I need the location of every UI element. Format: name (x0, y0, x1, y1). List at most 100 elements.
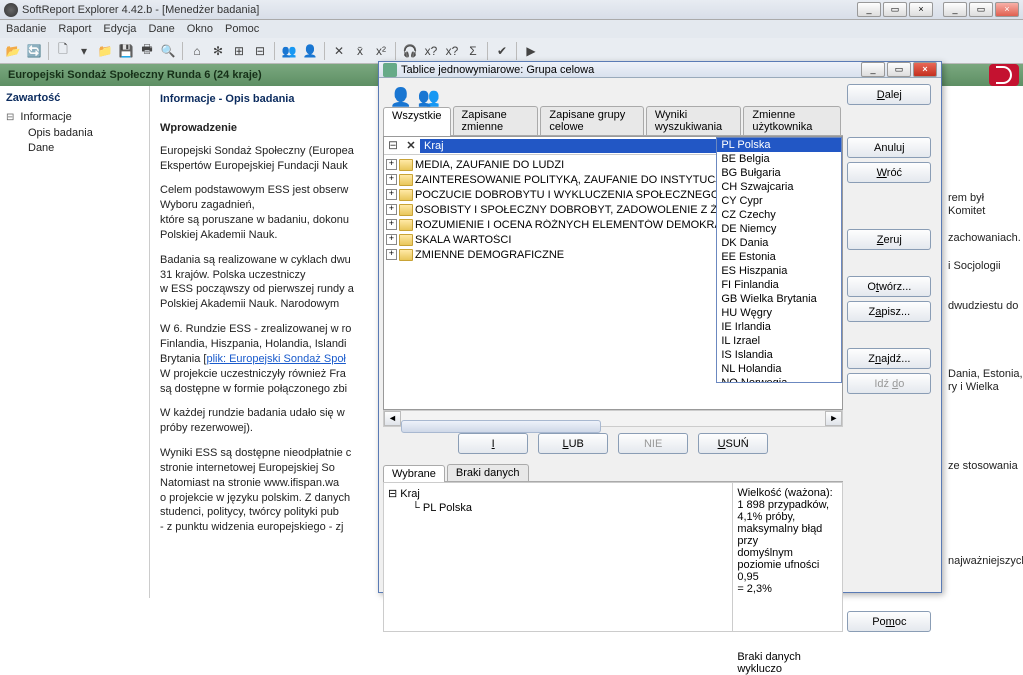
country-option[interactable]: NO Norwegia (717, 376, 841, 383)
tree-root[interactable]: ⊟ Informacje (6, 110, 143, 126)
country-option[interactable]: IE Irlandia (717, 320, 841, 334)
country-option[interactable]: IL Izrael (717, 334, 841, 348)
tool-folder-icon[interactable]: 📁 (96, 42, 114, 60)
tool-open-icon[interactable]: 📂 (4, 42, 22, 60)
op-usun-button[interactable]: USUŃ (698, 433, 768, 454)
tab-wybrane[interactable]: Wybrane (383, 465, 445, 482)
wroc-button[interactable]: Wróć (847, 162, 931, 183)
menu-raport[interactable]: Raport (58, 23, 91, 35)
dalej-button[interactable]: Dalej (847, 84, 931, 105)
tab-wyniki[interactable]: Wyniki wyszukiwania (646, 106, 742, 135)
country-dropdown[interactable]: PL Polska BE Belgia BG Bułgaria CH Szwaj… (716, 137, 842, 383)
file-link[interactable]: plik: Europejski Sondaż Społ (206, 353, 345, 365)
country-option[interactable]: DE Niemcy (717, 222, 841, 236)
country-option[interactable]: PL Polska (717, 138, 841, 152)
menu-pomoc[interactable]: Pomoc (225, 23, 259, 35)
country-option[interactable]: DK Dania (717, 236, 841, 250)
outer-close-button[interactable]: × (995, 2, 1019, 17)
scroll-right-icon[interactable]: ► (825, 411, 842, 426)
country-option[interactable]: HU Węgry (717, 306, 841, 320)
op-i-button[interactable]: I (458, 433, 528, 454)
menu-dane[interactable]: Dane (148, 23, 174, 35)
scroll-left-icon[interactable]: ◄ (384, 411, 401, 426)
para-6d: o projekcie w języku polskim. Z danych (160, 492, 350, 504)
tab-zapisane-grupy[interactable]: Zapisane grupy celowe (540, 106, 643, 135)
country-option[interactable]: EE Estonia (717, 250, 841, 264)
country-option[interactable]: CH Szwajcaria (717, 180, 841, 194)
collapse-icon[interactable]: ⊟ (384, 138, 402, 153)
country-option[interactable]: CY Cypr (717, 194, 841, 208)
tool-run-icon[interactable]: ▶ (522, 42, 540, 60)
close-x-icon[interactable]: ✕ (402, 139, 420, 152)
tab-wszystkie[interactable]: Wszystkie (383, 107, 451, 136)
sidebar-heading: Zawartość (6, 92, 143, 104)
country-option[interactable]: NL Holandia (717, 362, 841, 376)
country-option[interactable]: CZ Czechy (717, 208, 841, 222)
tool-dropdown-icon[interactable]: ▾ (75, 42, 93, 60)
op-lub-button[interactable]: LUB (538, 433, 608, 454)
tool-a-icon[interactable]: ⌂ (188, 42, 206, 60)
selection-tree[interactable]: ⊟ Kraj └ PL Polska (383, 482, 733, 632)
dialog-close-button[interactable]: × (913, 62, 937, 77)
h-scrollbar[interactable]: ◄ ► (383, 410, 843, 427)
menu-badanie[interactable]: Badanie (6, 23, 46, 35)
tool-b-icon[interactable]: ✻ (209, 42, 227, 60)
tool-q2-icon[interactable]: x? (443, 42, 461, 60)
scroll-thumb[interactable] (401, 420, 601, 433)
tab-zmienne-uzytkownika[interactable]: Zmienne użytkownika (743, 106, 841, 135)
tool-print-icon[interactable]: 🖶 (138, 42, 156, 60)
menu-okno[interactable]: Okno (187, 23, 213, 35)
country-option[interactable]: IS Islandia (717, 348, 841, 362)
para-3a: Badania są realizowane w cyklach dwu (160, 254, 351, 266)
dialog-maximize-button[interactable]: ▭ (887, 62, 911, 77)
tool-save-icon[interactable]: 💾 (117, 42, 135, 60)
idz-do-button[interactable]: Idź do (847, 373, 931, 394)
tool-d-icon[interactable]: ⊟ (251, 42, 269, 60)
menu-edycja[interactable]: Edycja (103, 23, 136, 35)
znajdz-button[interactable]: Znajdź... (847, 348, 931, 369)
tool-x1-icon[interactable]: ✕ (330, 42, 348, 60)
tool-c-icon[interactable]: ⊞ (230, 42, 248, 60)
country-option[interactable]: BE Belgia (717, 152, 841, 166)
otworz-button[interactable]: Otwórz... (847, 276, 931, 297)
tree-item-opis[interactable]: Opis badania (6, 126, 143, 141)
tool-new-icon[interactable]: 🗋 (54, 42, 72, 60)
dialog-tabs-lower: Wybrane Braki danych (383, 464, 843, 482)
pomoc-button[interactable]: Pomoc (847, 611, 931, 632)
restore-button[interactable]: ▭ (883, 2, 907, 17)
inner-close-button[interactable]: × (909, 2, 933, 17)
outer-minimize-button[interactable]: _ (943, 2, 967, 17)
country-option[interactable]: ES Hiszpania (717, 264, 841, 278)
tool-preview-icon[interactable]: 🔍 (159, 42, 177, 60)
para-3c: w ESS począwszy od pierwszej rundy a (160, 283, 354, 295)
tool-check-icon[interactable]: ✔ (493, 42, 511, 60)
tool-sigma-icon[interactable]: Σ (464, 42, 482, 60)
banner-title: Europejski Sondaż Społeczny Runda 6 (24 … (8, 69, 262, 81)
tool-head-icon[interactable]: 🎧 (401, 42, 419, 60)
country-option[interactable]: BG Bułgaria (717, 166, 841, 180)
info-l5: domyślnym (737, 547, 838, 559)
zeruj-button[interactable]: Zeruj (847, 229, 931, 250)
app-icon (4, 3, 18, 17)
country-option[interactable]: GB Wielka Brytania (717, 292, 841, 306)
info-l7: = 2,3% (737, 583, 838, 595)
dialog-minimize-button[interactable]: _ (861, 62, 885, 77)
outer-restore-button[interactable]: ▭ (969, 2, 993, 17)
tab-zapisane-zmienne[interactable]: Zapisane zmienne (453, 106, 539, 135)
tool-people1-icon[interactable]: 👥 (280, 42, 298, 60)
tab-braki[interactable]: Braki danych (447, 464, 529, 481)
anuluj-button[interactable]: Anuluj (847, 137, 931, 158)
tool-q1-icon[interactable]: x? (422, 42, 440, 60)
zapisz-button[interactable]: Zapisz... (847, 301, 931, 322)
dialog-tabs: Wszystkie Zapisane zmienne Zapisane grup… (383, 106, 843, 136)
tool-refresh-icon[interactable]: 🔄 (25, 42, 43, 60)
country-option[interactable]: FI Finlandia (717, 278, 841, 292)
op-nie-button[interactable]: NIE (618, 433, 688, 454)
minimize-button[interactable]: _ (857, 2, 881, 17)
tool-x2-icon[interactable]: x̄ (351, 42, 369, 60)
tool-x3-icon[interactable]: x² (372, 42, 390, 60)
app-titlebar: SoftReport Explorer 4.42.b - [Menedżer b… (0, 0, 1023, 20)
sidebar: Zawartość ⊟ Informacje Opis badania Dane (0, 86, 150, 598)
tree-item-dane[interactable]: Dane (6, 141, 143, 156)
tool-people2-icon[interactable]: 👤 (301, 42, 319, 60)
